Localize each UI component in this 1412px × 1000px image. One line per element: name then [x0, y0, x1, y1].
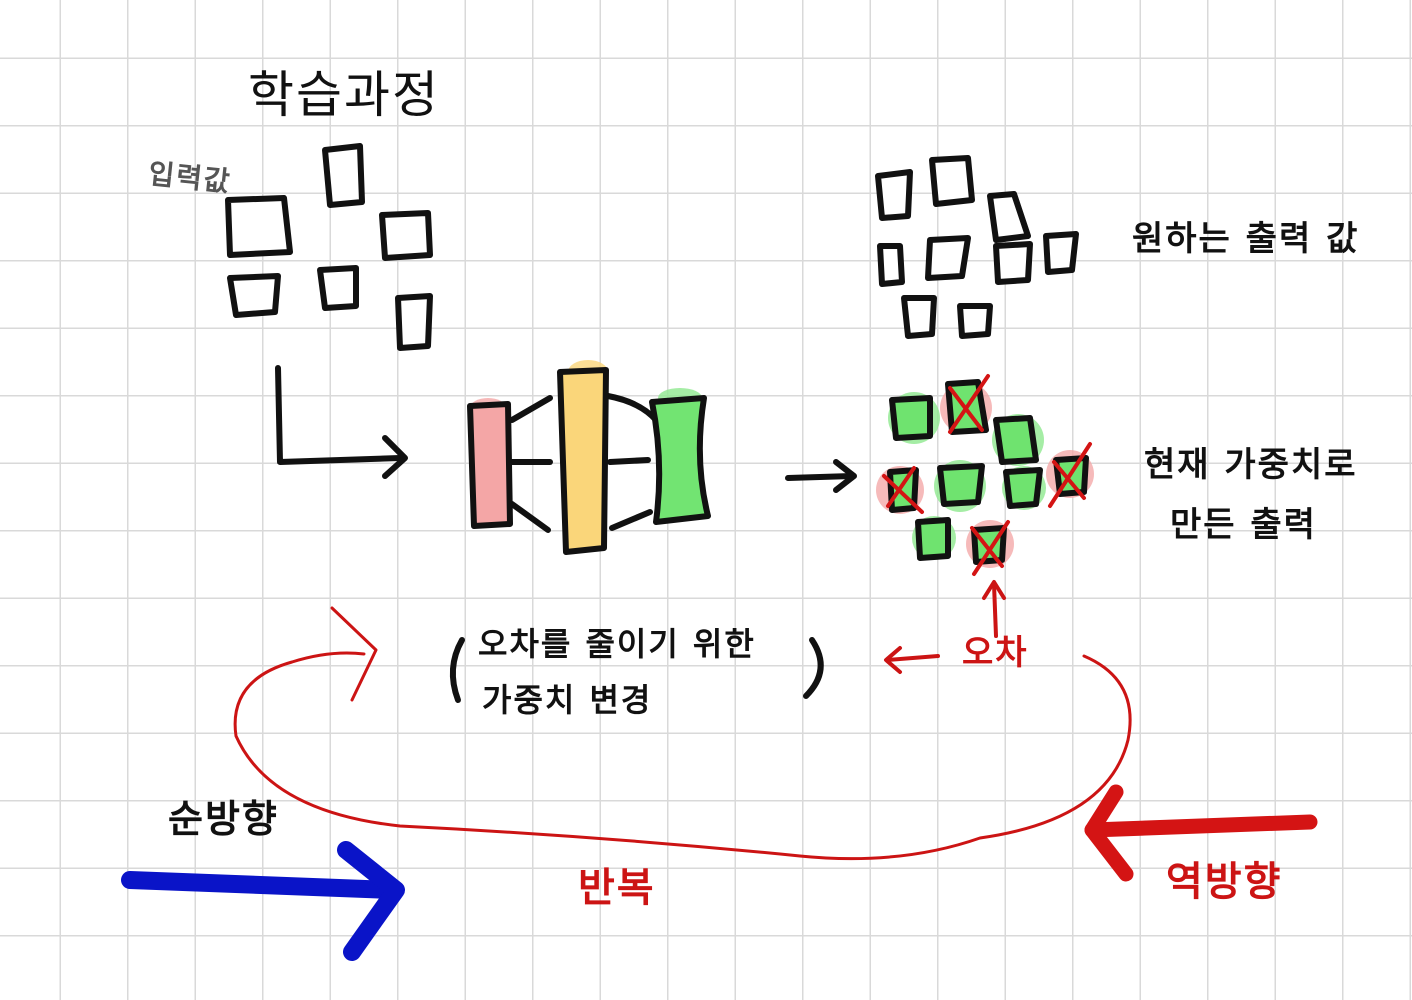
repeat-label: 반복: [578, 865, 656, 911]
output-layer: [649, 395, 711, 525]
output-square: [993, 241, 1033, 285]
desired-output-label: 원하는 출력 값: [1132, 219, 1360, 259]
backward-label: 역방향: [1166, 859, 1283, 905]
output-square: [875, 169, 913, 221]
paren-left: [449, 637, 465, 703]
output-square: [1043, 231, 1079, 275]
output-arrow: [785, 459, 857, 493]
input-square: [317, 265, 359, 311]
repeat-loop: [233, 651, 1132, 861]
error-label: 오차: [962, 633, 1029, 673]
output-square: [987, 191, 1031, 243]
input-label: 입력값: [146, 157, 234, 199]
forward-label: 순방향: [168, 797, 279, 841]
error-left-arrow: [884, 646, 940, 674]
paren-right: [803, 637, 824, 699]
output-square: [915, 517, 951, 561]
input-square: [227, 273, 281, 318]
input-square: [379, 210, 433, 261]
current-output-label-line1: 현재 가중치로: [1144, 445, 1358, 485]
output-square: [1003, 467, 1043, 509]
input-square: [322, 143, 365, 208]
hidden-layer: [557, 367, 609, 555]
output-square: [901, 295, 937, 339]
error-up-arrow: [982, 580, 1006, 638]
input-arrow: [275, 365, 408, 479]
output-square: [957, 303, 993, 339]
weight-update-label-line2: 가중치 변경: [482, 681, 653, 719]
input-layer: [467, 401, 513, 529]
forward-arrow: [121, 841, 405, 961]
output-square: [889, 395, 933, 441]
weight-update-label-line1: 오차를 줄이기 위한: [478, 625, 756, 663]
input-square: [225, 195, 293, 258]
output-square: [925, 235, 971, 281]
desired-output-squares: [875, 155, 1079, 339]
current-output-label-line2: 만든 출력: [1170, 505, 1317, 545]
output-square: [993, 415, 1039, 465]
output-square: [929, 155, 975, 207]
diagram-title: 학습과정: [248, 66, 440, 124]
diagram-canvas: [121, 143, 1318, 961]
input-squares: [225, 143, 433, 351]
input-square: [395, 293, 433, 351]
output-square: [877, 243, 905, 287]
output-square: [937, 463, 985, 507]
